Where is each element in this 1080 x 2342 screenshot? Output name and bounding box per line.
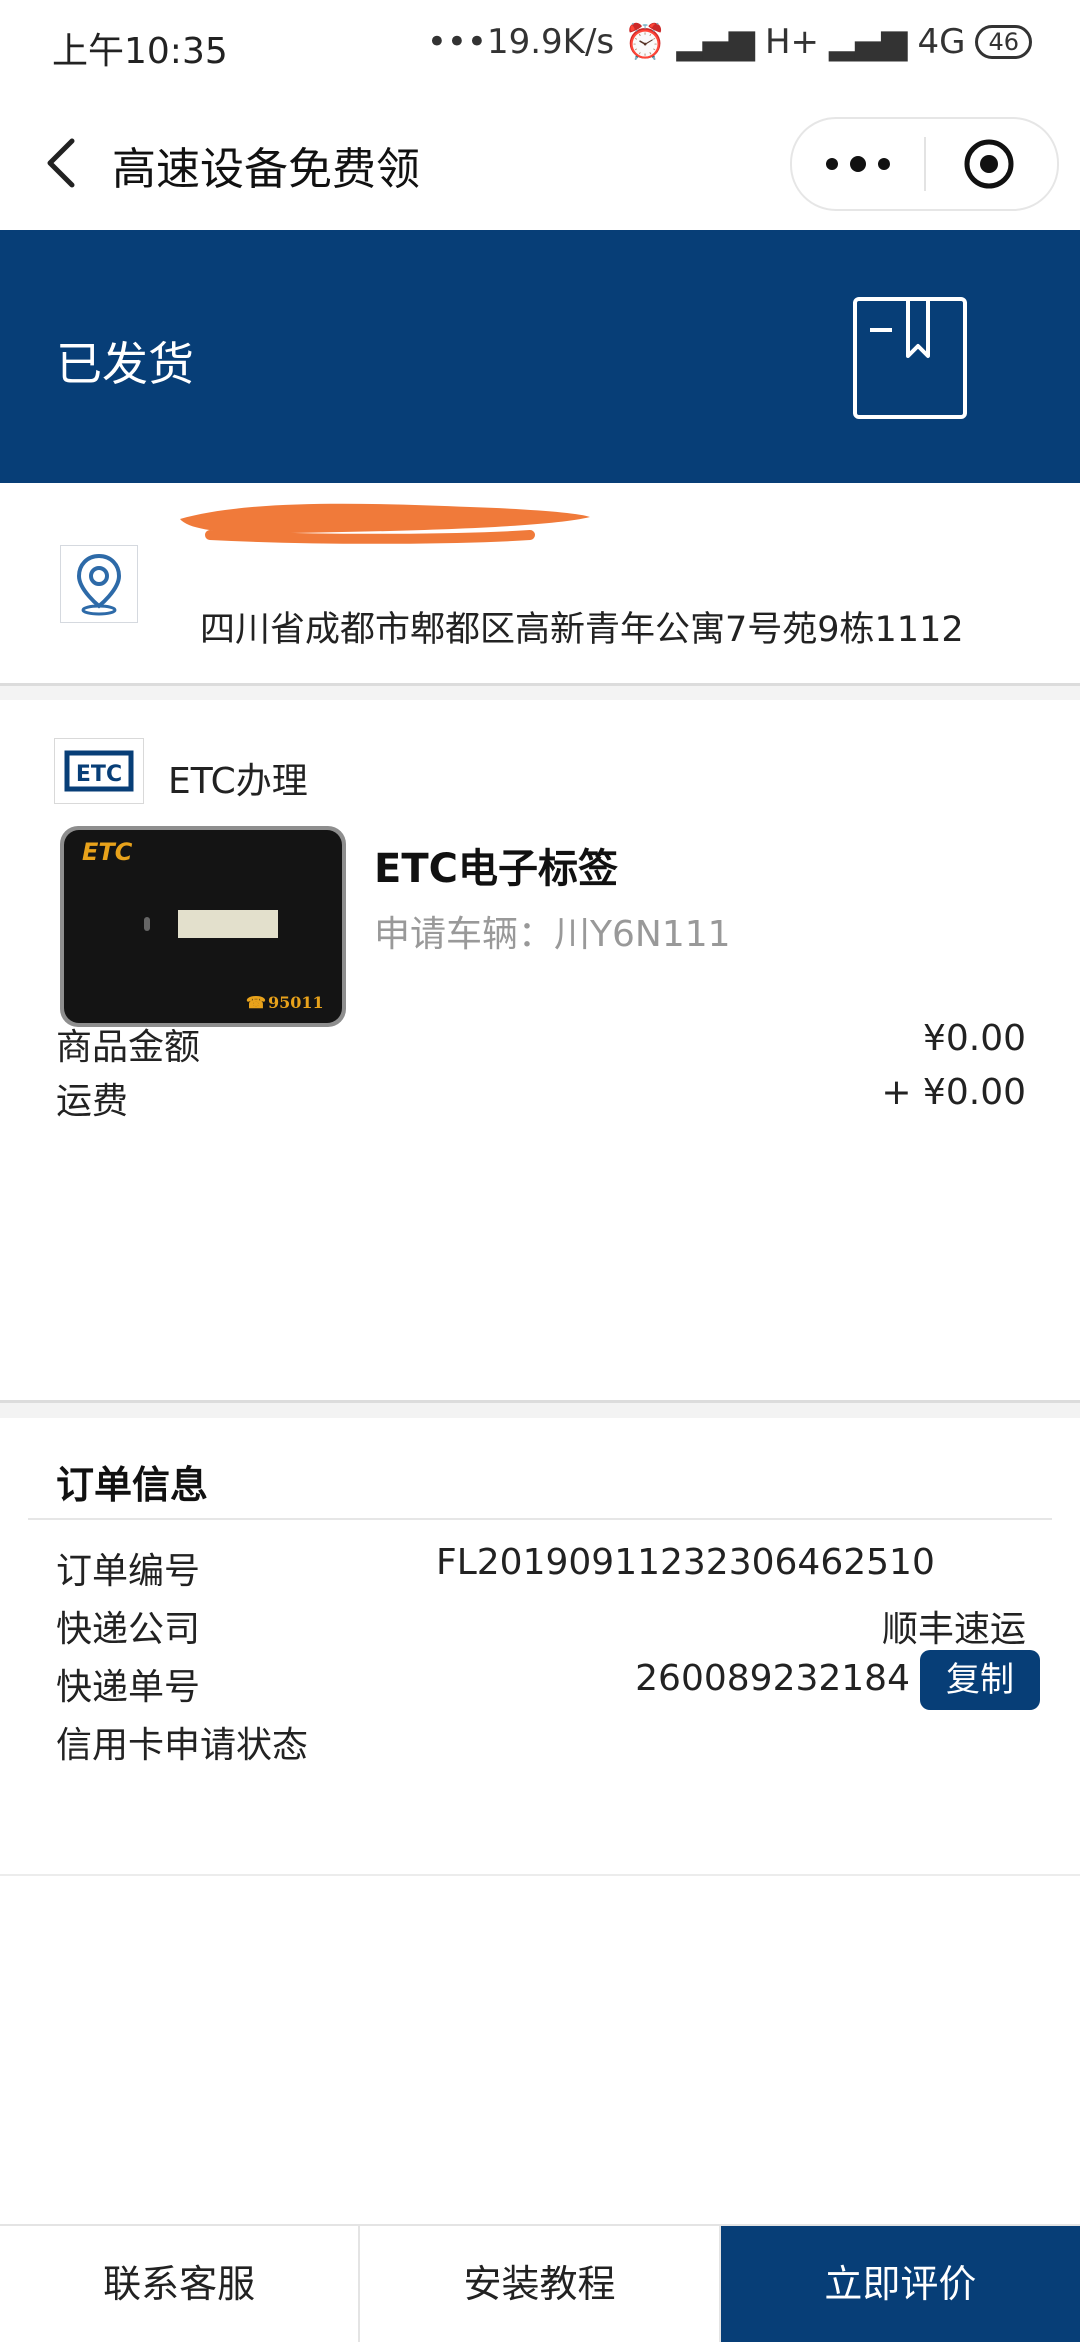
alarm-icon: ⏰	[624, 22, 667, 62]
order-number-label: 订单编号	[56, 1551, 201, 1592]
shipping-fee-label: 运费	[56, 1081, 129, 1122]
signal-icon-2: ▂▄▆	[829, 22, 908, 62]
etc-device-image[interactable]: ETC ☎ 95011	[58, 824, 348, 1029]
tracking-number-label: 快递单号	[56, 1667, 201, 1708]
delivery-address: 四川省成都市郫都区高新青年公寓7号苑9栋1112	[200, 610, 964, 650]
order-info-title: 订单信息	[56, 1463, 209, 1507]
signal-icon: ▂▄▆	[676, 22, 755, 62]
vehicle-info: 申请车辆：川Y6N111	[374, 905, 731, 957]
status-indicators: •••19.9K/s ⏰ ▂▄▆ H+ ▂▄▆ 4G 46	[427, 22, 1032, 62]
courier-name: 顺丰速运	[881, 1609, 1026, 1650]
install-tutorial-button[interactable]: 安装教程	[360, 2226, 721, 2342]
battery-indicator: 46	[975, 25, 1032, 59]
network-type-1: H+	[764, 22, 820, 62]
status-time: 上午10:35	[52, 31, 228, 72]
order-status: 已发货	[56, 337, 194, 391]
device-brand-text: ETC	[82, 838, 133, 866]
close-target-icon[interactable]	[962, 137, 1016, 191]
shipping-fee-value: + ¥0.00	[881, 1072, 1026, 1113]
order-info-section: 订单信息 订单编号 FL20190911232306462510 快递公司 顺丰…	[0, 1418, 1080, 1878]
order-section-bottom-line	[0, 1874, 1080, 1876]
product-section: ETC ETC办理 ETC ☎ 95011 ETC电子标签 申请车辆：川Y6N1…	[0, 700, 1080, 1400]
review-now-button[interactable]: 立即评价	[720, 2226, 1080, 2342]
amount-value: ¥0.00	[922, 1018, 1026, 1059]
courier-label: 快递公司	[56, 1609, 201, 1650]
package-icon	[853, 297, 967, 419]
capsule-divider	[924, 137, 926, 191]
store-logo: ETC	[54, 738, 144, 804]
tracking-number: 260089232184	[635, 1658, 910, 1699]
network-type-2: 4G	[917, 22, 966, 62]
page-title: 高速设备免费领	[112, 144, 420, 195]
address-section[interactable]: 四川省成都市郫都区高新青年公寓7号苑9栋1112	[0, 483, 1080, 683]
product-name: ETC电子标签	[374, 846, 618, 892]
order-info-divider	[28, 1518, 1052, 1520]
store-logo-text: ETC	[76, 762, 122, 787]
back-arrow-icon[interactable]	[36, 133, 96, 193]
more-icon[interactable]	[818, 143, 898, 185]
contact-service-button[interactable]: 联系客服	[0, 2226, 361, 2342]
vehicle-label: 申请车辆：	[374, 914, 555, 955]
order-number: FL20190911232306462510	[436, 1542, 935, 1583]
title-bar: 高速设备免费领	[0, 95, 1080, 230]
bottom-action-bar: 联系客服 安装教程 立即评价	[0, 2224, 1080, 2342]
credit-card-status-label: 信用卡申请状态	[56, 1725, 309, 1766]
store-name: ETC办理	[168, 761, 308, 802]
net-speed: •••19.9K/s	[426, 22, 615, 62]
status-bar: 上午10:35 •••19.9K/s ⏰ ▂▄▆ H+ ▂▄▆ 4G 46	[0, 0, 1080, 95]
redaction-scribble	[180, 503, 590, 544]
copy-button[interactable]: 复制	[920, 1650, 1040, 1710]
location-icon	[60, 545, 138, 623]
section-divider	[0, 1400, 1080, 1420]
amount-label: 商品金额	[56, 1027, 201, 1068]
vehicle-plate: 川Y6N111	[554, 914, 731, 955]
device-phone-text: 95011	[268, 993, 324, 1012]
svg-text:☎: ☎	[246, 993, 266, 1012]
miniprogram-capsule	[790, 117, 1059, 211]
shipping-status-banner: 已发货	[0, 230, 1080, 483]
